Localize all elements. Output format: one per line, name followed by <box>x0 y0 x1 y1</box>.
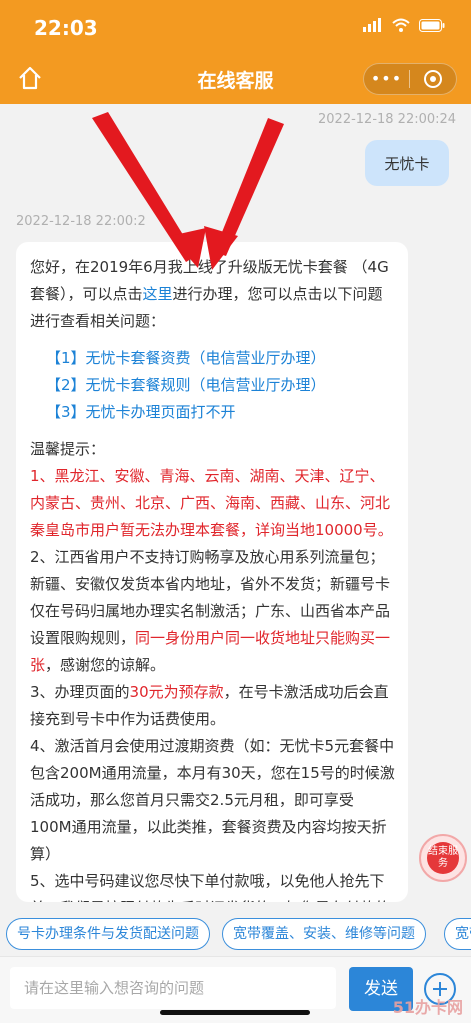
battery-icon <box>419 18 445 32</box>
tip-4: 4、激活首月会使用过渡期资费（如：无忧卡5元套餐中包含200M通用流量，本月有3… <box>30 737 395 863</box>
quick-question-3[interactable]: 宽带 <box>444 918 471 950</box>
home-indicator <box>160 1010 310 1015</box>
system-icons <box>363 18 445 32</box>
agent-message-timestamp: 2022-12-18 22:00:2 <box>16 214 146 229</box>
tip-2: 2、江西省用户不支持订购畅享及放心用系列流量包；新疆、安徽仅发货本省内地址，省外… <box>30 548 391 674</box>
status-bar: 22:03 <box>0 0 471 52</box>
watermark: 51办卡网 <box>392 998 463 1017</box>
here-link[interactable]: 这里 <box>143 285 173 303</box>
signal-icon <box>363 18 381 32</box>
quick-questions-bar: 号卡办理条件与发货配送问题 宽带覆盖、安装、维修等问题 宽带 <box>0 912 471 956</box>
tip-5: 5、选中号码建议您尽快下单付款哦，以免他人抢先下单，我们是按照付款先后时间发货的… <box>30 872 390 902</box>
nav-bar: 在线客服 ••• <box>0 52 471 104</box>
wifi-icon <box>392 18 410 32</box>
target-close-icon <box>423 70 442 88</box>
red-arrow-left <box>92 112 196 262</box>
tip-header: 温馨提示： <box>30 440 106 458</box>
question-input[interactable] <box>10 967 336 1009</box>
user-message-bubble: 无忧卡 <box>365 140 449 186</box>
agent-message-bubble: 您好，在2019年6月我上线了升级版无忧卡套餐 （4G套餐），可以点击这里进行办… <box>16 242 408 902</box>
miniapp-capsule: ••• <box>363 63 457 95</box>
end-service-label: 结束服务 <box>427 842 459 874</box>
faq-link-2[interactable]: 【2】无忧卡套餐规则（电信营业厅办理） <box>30 372 395 399</box>
faq-link-1[interactable]: 【1】无忧卡套餐资费（电信营业厅办理） <box>30 345 395 372</box>
red-arrow-right <box>214 118 284 256</box>
status-time: 22:03 <box>34 16 98 40</box>
tip-1: 1、黑龙江、安徽、青海、云南、湖南、天津、辽宁、内蒙古、贵州、北京、广西、海南、… <box>30 467 393 539</box>
more-button[interactable]: ••• <box>364 64 409 94</box>
faq-link-3[interactable]: 【3】无忧卡办理页面打不开 <box>30 399 395 426</box>
user-message-timestamp: 2022-12-18 22:00:24 <box>318 112 457 127</box>
end-service-button[interactable]: 结束服务 <box>419 834 467 882</box>
close-miniapp-button[interactable] <box>410 69 455 89</box>
agent-intro: 您好，在2019年6月我上线了升级版无忧卡套餐 （4G套餐），可以点击这里进行办… <box>30 258 389 330</box>
quick-question-2[interactable]: 宽带覆盖、安装、维修等问题 <box>222 918 426 950</box>
tip-3: 3、办理页面的30元为预存款，在号卡激活成功后会直接充到号卡中作为话费使用。 <box>30 683 389 728</box>
quick-question-1[interactable]: 号卡办理条件与发货配送问题 <box>6 918 210 950</box>
